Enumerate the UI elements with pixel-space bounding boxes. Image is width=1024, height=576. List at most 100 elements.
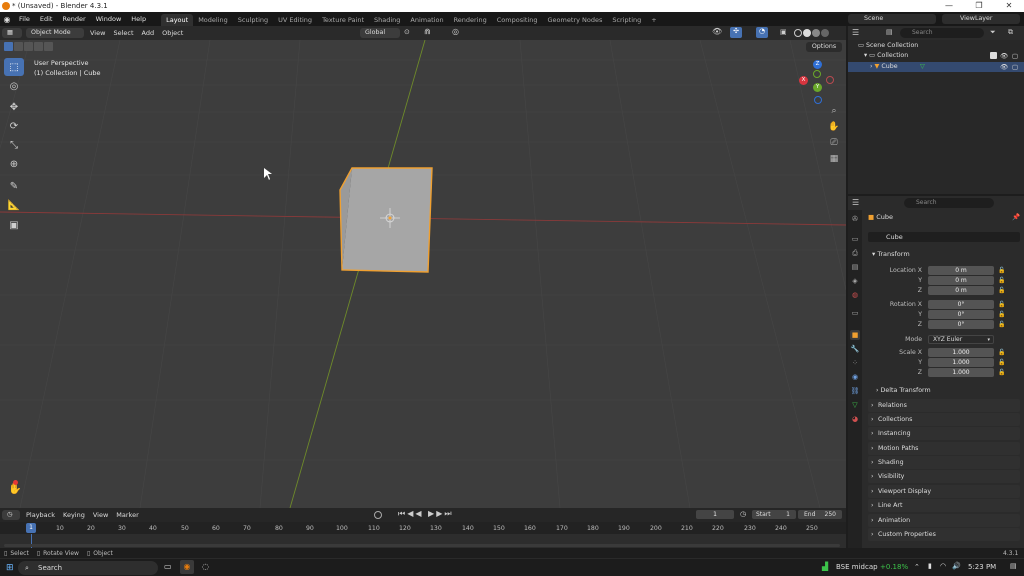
rotation-z-field[interactable]: 0° — [928, 320, 994, 329]
transform-panel-header[interactable]: ▾ Transform — [868, 248, 1020, 260]
record-icon[interactable] — [374, 511, 382, 519]
cube-render-icon[interactable]: ▢ — [1012, 62, 1018, 72]
output-tab-icon[interactable]: ⎙ — [850, 248, 860, 258]
perspective-toggle-icon[interactable]: ▦ — [826, 152, 842, 166]
outliner-row-collection[interactable]: ▾ ▭ Collection 👁 ▢ — [848, 51, 1024, 61]
menu-render[interactable]: Render — [57, 12, 90, 26]
timeline-editor-type-dropdown[interactable]: ◷ — [2, 510, 20, 520]
menu-window[interactable]: Window — [91, 12, 127, 26]
zoom-icon[interactable]: ⌕ — [826, 104, 842, 118]
tab-compositing[interactable]: Compositing — [492, 14, 543, 26]
lock-location-z-icon[interactable]: 🔓 — [998, 287, 1005, 294]
snap-icon[interactable]: ⋒ — [424, 27, 431, 36]
camera-view-icon[interactable]: ⎚ — [826, 136, 842, 150]
viewport-options-button[interactable]: Options — [806, 42, 842, 52]
view-layer-selector[interactable]: ViewLayer — [942, 14, 1020, 24]
select-new-icon[interactable] — [4, 42, 13, 51]
lock-location-x-icon[interactable]: 🔓 — [998, 267, 1005, 274]
render-tab-icon[interactable]: ▭ — [850, 234, 860, 244]
view-layer-tab-icon[interactable]: ▤ — [850, 262, 860, 272]
pan-hand-icon[interactable]: ✋ — [826, 120, 842, 134]
add-workspace-button[interactable]: + — [646, 14, 661, 26]
wifi-icon[interactable]: ◠ — [940, 562, 946, 570]
material-tab-icon[interactable]: ◕ — [850, 414, 860, 424]
gizmo-neg-z[interactable] — [814, 96, 822, 104]
windows-start-icon[interactable]: ⊞ — [6, 563, 14, 573]
rotate-tool-icon[interactable]: ⟳ — [4, 117, 24, 135]
gizmo-x-axis[interactable]: X — [799, 76, 808, 85]
timeline-menu-view[interactable]: View — [89, 508, 112, 522]
data-tab-icon[interactable]: ▽ — [850, 400, 860, 410]
navigation-gizmo[interactable]: Z X Y — [797, 60, 841, 106]
gizmo-y-axis[interactable]: Y — [813, 83, 822, 92]
3d-viewport[interactable]: User Perspective (1) Collection | Cube O… — [0, 40, 846, 508]
timeline-menu-keying[interactable]: Keying — [59, 508, 89, 522]
select-extend-icon[interactable] — [14, 42, 23, 51]
blender-menu-icon[interactable]: ◉ — [0, 15, 14, 24]
viewport-menu-view[interactable]: View — [86, 26, 109, 40]
panel-animation[interactable]: › Animation — [868, 514, 1020, 527]
close-button[interactable]: ✕ — [994, 0, 1024, 12]
gizmo-neg-x[interactable] — [826, 76, 834, 84]
panel-shading[interactable]: › Shading — [868, 456, 1020, 469]
panel-instancing[interactable]: › Instancing — [868, 427, 1020, 440]
lock-scale-y-icon[interactable]: 🔓 — [998, 359, 1005, 366]
scale-tool-icon[interactable]: ⤡ — [4, 136, 24, 154]
physics-tab-icon[interactable]: ◉ — [850, 372, 860, 382]
playback-controls[interactable]: ⏮◀◀ ▶▶⏭ — [398, 509, 454, 519]
display-mode-icon[interactable]: ▤ — [886, 28, 893, 36]
select-invert-icon[interactable] — [34, 42, 43, 51]
move-tool-icon[interactable]: ✥ — [4, 98, 24, 116]
preview-range-icon[interactable]: ◷ — [740, 510, 746, 518]
tab-rendering[interactable]: Rendering — [449, 14, 492, 26]
gizmo-neg-y[interactable] — [813, 70, 821, 78]
rotation-mode-dropdown[interactable]: XYZ Euler ▾ — [928, 335, 994, 344]
menu-help[interactable]: Help — [126, 12, 151, 26]
tab-uv-editing[interactable]: UV Editing — [273, 14, 317, 26]
tab-animation[interactable]: Animation — [405, 14, 448, 26]
select-intersect-icon[interactable] — [44, 42, 53, 51]
particles-tab-icon[interactable]: ⁘ — [850, 358, 860, 368]
viewport-menu-select[interactable]: Select — [109, 26, 137, 40]
frame-start-field[interactable]: Start 1 — [752, 510, 796, 519]
volume-icon[interactable]: 🔊 — [952, 562, 961, 570]
app-taskbar-icon[interactable]: ◌ — [202, 562, 209, 571]
location-x-field[interactable]: 0 m — [928, 266, 994, 275]
rotation-y-field[interactable]: 0° — [928, 310, 994, 319]
scale-z-field[interactable]: 1.000 — [928, 368, 994, 377]
add-cube-tool-icon[interactable]: ▣ — [4, 216, 24, 234]
clock-time[interactable]: 5:23 PM — [968, 563, 996, 571]
panel-collections[interactable]: › Collections — [868, 413, 1020, 426]
frame-end-field[interactable]: End 250 — [798, 510, 842, 519]
battery-icon[interactable]: ▮ — [928, 562, 932, 570]
scene-selector[interactable]: Scene — [848, 14, 936, 24]
scene-tab-icon[interactable]: ◈ — [850, 276, 860, 286]
cursor-tool-icon[interactable]: ◎ — [4, 77, 24, 95]
tool-tab-icon[interactable]: ✇ — [850, 214, 860, 224]
annotate-tool-icon[interactable]: ✎ — [4, 177, 24, 195]
object-mode-dropdown[interactable]: Object Mode — [26, 28, 84, 38]
panel-relations[interactable]: › Relations — [868, 399, 1020, 412]
modifier-tab-icon[interactable]: 🔧 — [850, 344, 860, 354]
tab-modeling[interactable]: Modeling — [193, 14, 233, 26]
collection-visibility-icon[interactable]: 👁 — [1000, 51, 1008, 61]
timeline-menu-marker[interactable]: Marker — [112, 508, 142, 522]
lock-rotation-z-icon[interactable]: 🔓 — [998, 321, 1005, 328]
shading-solid-icon[interactable] — [803, 29, 811, 37]
world-tab-icon[interactable]: ◍ — [850, 290, 860, 300]
playhead[interactable]: 1 — [26, 523, 36, 533]
object-data-name-field[interactable]: Cube — [868, 232, 1020, 242]
cube-visibility-icon[interactable]: 👁 — [1000, 62, 1008, 72]
outliner-row-scene-collection[interactable]: ▭ Scene Collection — [848, 41, 1024, 51]
tab-scripting[interactable]: Scripting — [607, 14, 646, 26]
transform-tool-icon[interactable]: ⊕ — [4, 155, 24, 173]
location-z-field[interactable]: 0 m — [928, 286, 994, 295]
gizmo-toggle-icon[interactable]: ✣ — [730, 27, 742, 38]
gizmo-z-axis[interactable]: Z — [813, 60, 822, 69]
scale-x-field[interactable]: 1.000 — [928, 348, 994, 357]
lock-location-y-icon[interactable]: 🔓 — [998, 277, 1005, 284]
outliner-search-field[interactable]: Search — [900, 28, 984, 38]
constraints-tab-icon[interactable]: ⛓ — [850, 386, 860, 396]
properties-editor-type-icon[interactable]: ☰ — [852, 198, 859, 207]
current-frame-field[interactable]: 1 — [696, 510, 734, 519]
